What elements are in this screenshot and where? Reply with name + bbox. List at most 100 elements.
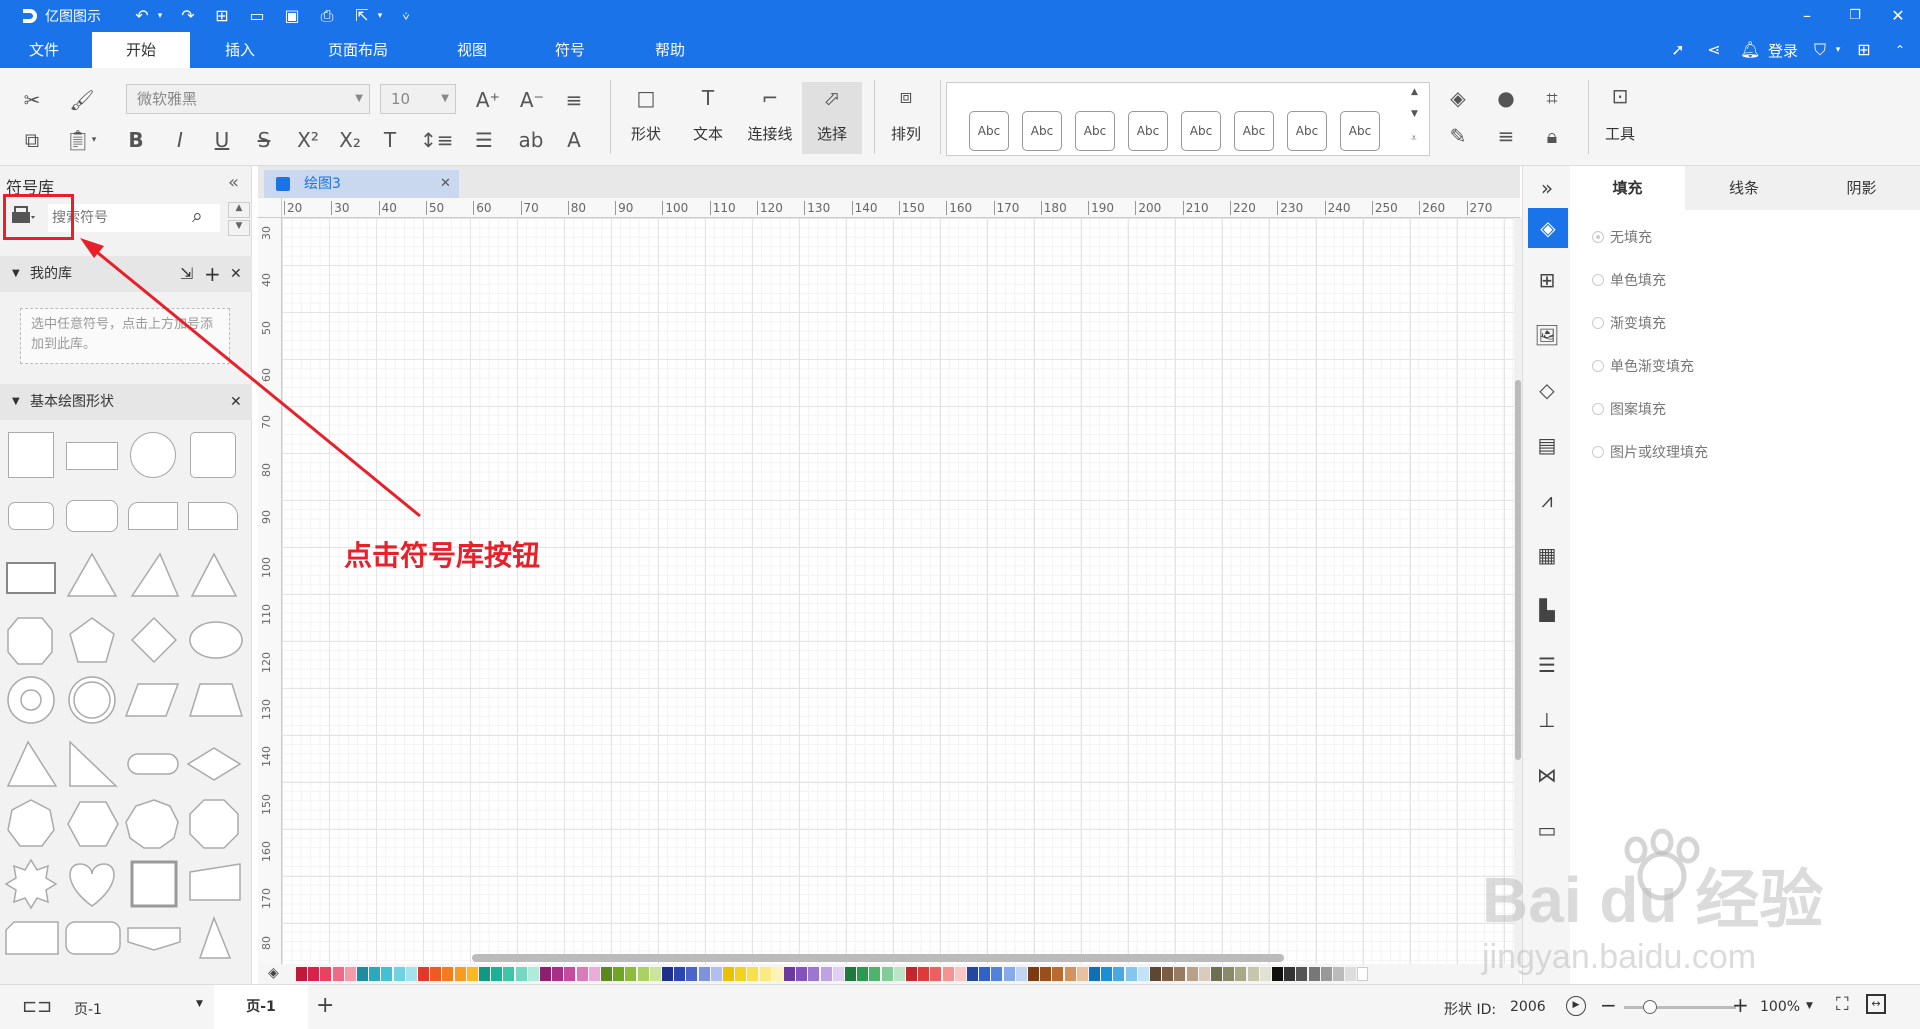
color-swatch[interactable] xyxy=(820,967,832,981)
connector-tool-label[interactable]: 连接线 xyxy=(742,123,798,144)
color-swatch[interactable] xyxy=(576,967,588,981)
style-sample[interactable]: Abc xyxy=(1022,111,1062,151)
style-sample[interactable]: Abc xyxy=(1181,111,1221,151)
style-sample[interactable]: Abc xyxy=(1234,111,1274,151)
skin-dropdown-icon[interactable]: ▾ xyxy=(1828,40,1848,60)
color-swatch[interactable] xyxy=(405,967,417,981)
text-case-icon[interactable]: ab xyxy=(516,126,546,154)
font-color-icon[interactable]: A xyxy=(560,126,588,154)
color-swatch[interactable] xyxy=(979,967,991,981)
table-panel-icon[interactable]: ▦ xyxy=(1533,541,1561,569)
color-swatch[interactable] xyxy=(357,967,368,981)
radio-button[interactable] xyxy=(1592,231,1604,243)
line-color-icon[interactable]: ✎ xyxy=(1444,122,1472,150)
color-swatch[interactable] xyxy=(832,967,844,981)
color-swatch[interactable] xyxy=(1357,967,1369,981)
color-swatch[interactable] xyxy=(1284,967,1296,981)
color-swatch[interactable] xyxy=(1003,967,1015,981)
building-panel-icon[interactable]: ▙ xyxy=(1533,596,1561,624)
color-swatch[interactable] xyxy=(1174,967,1186,981)
color-swatch[interactable] xyxy=(332,967,344,981)
color-swatch[interactable] xyxy=(381,967,393,981)
zoom-out-icon[interactable]: − xyxy=(1600,993,1617,1017)
color-swatch[interactable] xyxy=(418,967,429,981)
color-swatch[interactable] xyxy=(1259,967,1271,981)
color-swatch[interactable] xyxy=(1186,967,1198,981)
gallery-scroll-down-icon[interactable]: ▼ xyxy=(1411,109,1418,119)
color-swatch[interactable] xyxy=(1308,967,1320,981)
color-swatch[interactable] xyxy=(930,967,942,981)
color-swatch[interactable] xyxy=(1113,967,1125,981)
mindmap-panel-icon[interactable]: ⋈ xyxy=(1533,761,1561,789)
shape-tool-icon[interactable]: □ xyxy=(632,84,660,112)
play-icon[interactable]: ▶ xyxy=(1566,996,1586,1016)
tab-fill[interactable]: 填充 xyxy=(1570,166,1685,210)
color-swatch[interactable] xyxy=(1101,967,1113,981)
color-swatch[interactable] xyxy=(564,967,576,981)
color-swatch[interactable] xyxy=(344,967,356,981)
fill-option-solid[interactable]: 单色填充 xyxy=(1592,271,1666,291)
color-swatch[interactable] xyxy=(893,967,905,981)
color-swatch[interactable] xyxy=(759,967,771,981)
select-tool-button[interactable]: ⬀ 选择 xyxy=(802,82,862,154)
color-swatch[interactable] xyxy=(1320,967,1332,981)
zoom-slider-knob[interactable] xyxy=(1643,1000,1657,1014)
horizontal-scroll-thumb[interactable] xyxy=(472,954,1284,962)
decrease-font-icon[interactable]: A⁻ xyxy=(518,86,546,114)
drawing-canvas[interactable] xyxy=(282,218,1514,964)
tab-help[interactable]: 帮助 xyxy=(638,32,702,68)
color-swatch[interactable] xyxy=(1223,967,1235,981)
color-swatch[interactable] xyxy=(1125,967,1137,981)
color-swatch[interactable] xyxy=(869,967,881,981)
page-panel-icon[interactable]: ▤ xyxy=(1533,431,1561,459)
tools-label[interactable]: 工具 xyxy=(1596,123,1644,144)
color-swatch[interactable] xyxy=(710,967,722,981)
color-swatch[interactable] xyxy=(1040,967,1052,981)
color-swatch[interactable] xyxy=(393,967,405,981)
color-swatch[interactable] xyxy=(491,967,503,981)
text-tool-label[interactable]: 文本 xyxy=(684,123,732,144)
color-swatch[interactable] xyxy=(442,967,454,981)
color-swatch[interactable] xyxy=(1076,967,1088,981)
color-swatch[interactable] xyxy=(540,967,551,981)
vertical-scroll-thumb[interactable] xyxy=(1515,380,1521,760)
color-swatch[interactable] xyxy=(906,967,917,981)
color-swatch[interactable] xyxy=(430,967,442,981)
radio-button[interactable] xyxy=(1592,317,1604,329)
arrange-icon[interactable]: ⧈ xyxy=(892,82,920,110)
color-swatch[interactable] xyxy=(1162,967,1174,981)
style-sample[interactable]: Abc xyxy=(1128,111,1168,151)
send-icon[interactable]: ➚ xyxy=(1668,40,1688,60)
color-swatch[interactable] xyxy=(503,967,515,981)
color-swatch[interactable] xyxy=(808,967,820,981)
color-swatch[interactable] xyxy=(649,967,661,981)
skin-icon[interactable]: ⛉ xyxy=(1810,40,1830,60)
color-swatch[interactable] xyxy=(1150,967,1161,981)
zoom-slider[interactable] xyxy=(1624,1006,1736,1009)
chevron-down-icon[interactable]: ▼ xyxy=(1806,1001,1813,1011)
color-swatch[interactable] xyxy=(479,967,490,981)
fill-option-none[interactable]: 无填充 xyxy=(1592,228,1652,248)
radio-button[interactable] xyxy=(1592,360,1604,372)
color-swatch[interactable] xyxy=(857,967,869,981)
symbols-panel-icon[interactable]: ⊞ xyxy=(1533,266,1561,294)
color-swatch[interactable] xyxy=(1235,967,1247,981)
line-style-icon[interactable]: ≡ xyxy=(1492,122,1520,150)
paint-bucket-icon[interactable]: ◈ xyxy=(268,965,279,981)
color-swatch[interactable] xyxy=(967,967,978,981)
expand-panel-icon[interactable]: » xyxy=(1533,174,1561,202)
text-tool-icon[interactable]: T xyxy=(694,84,722,112)
color-swatch[interactable] xyxy=(954,967,966,981)
fill-option-pattern[interactable]: 图案填充 xyxy=(1592,400,1666,420)
color-swatch[interactable] xyxy=(308,967,320,981)
chart-panel-icon[interactable]: ⩘ xyxy=(1533,486,1561,514)
crop-icon[interactable]: ⌗ xyxy=(1538,84,1566,112)
color-swatch[interactable] xyxy=(723,967,734,981)
color-swatch[interactable] xyxy=(735,967,747,981)
shape-tool-label[interactable]: 形状 xyxy=(622,123,670,144)
increase-font-icon[interactable]: A⁺ xyxy=(474,86,502,114)
color-swatch[interactable] xyxy=(296,967,307,981)
login-button[interactable]: 登录 xyxy=(1768,40,1798,61)
color-swatch[interactable] xyxy=(1272,967,1283,981)
color-swatch[interactable] xyxy=(991,967,1003,981)
